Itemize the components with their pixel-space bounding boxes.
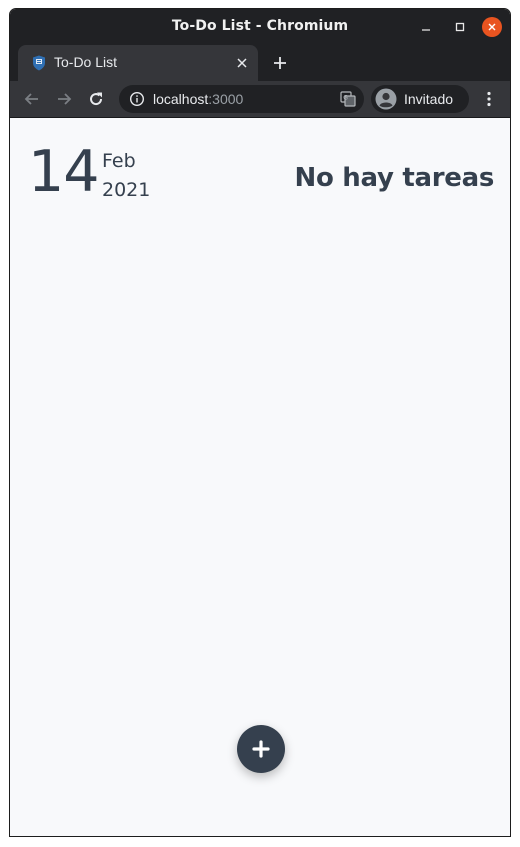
url-text: localhost:3000 <box>153 91 243 107</box>
forward-button[interactable] <box>53 88 75 110</box>
reload-icon <box>90 92 103 106</box>
minimize-icon <box>422 29 430 31</box>
date-year: 2021 <box>102 179 151 201</box>
maximize-icon <box>455 22 465 32</box>
arrow-left-icon <box>24 93 38 105</box>
reload-button[interactable] <box>85 88 107 110</box>
tab-todo-list[interactable]: To-Do List <box>18 45 258 81</box>
more-vertical-icon <box>487 91 491 107</box>
back-button[interactable] <box>21 88 43 110</box>
profile-label: Invitado <box>404 91 454 107</box>
avatar-icon <box>375 88 397 110</box>
url-port: :3000 <box>208 91 244 107</box>
shield-icon <box>33 55 45 71</box>
date-day: 14 <box>28 139 100 205</box>
page-content: 14 Feb 2021 No hay tareas <box>10 118 510 836</box>
close-icon <box>237 58 247 68</box>
browser-menu-button[interactable] <box>480 88 498 110</box>
close-icon <box>488 23 496 31</box>
translate-icon[interactable]: G <box>340 91 356 107</box>
new-tab-button[interactable] <box>268 51 292 75</box>
browser-window: To-Do List - Chromium To-Do List localho… <box>9 8 511 837</box>
maximize-button[interactable] <box>450 17 470 37</box>
info-icon[interactable] <box>129 91 145 107</box>
svg-text:G: G <box>343 95 348 102</box>
plus-icon <box>274 57 286 69</box>
tab-title: To-Do List <box>54 54 118 70</box>
add-task-button[interactable] <box>237 725 285 773</box>
address-bar[interactable]: localhost:3000 G <box>119 85 364 113</box>
arrow-right-icon <box>58 93 72 105</box>
browser-toolbar: localhost:3000 G Invitado <box>10 81 510 118</box>
profile-button[interactable]: Invitado <box>371 85 469 113</box>
plus-icon <box>252 740 270 758</box>
title-bar[interactable]: To-Do List - Chromium <box>10 9 510 45</box>
tab-close-button[interactable] <box>232 53 252 73</box>
close-window-button[interactable] <box>482 17 502 37</box>
task-status: No hay tareas <box>294 163 495 193</box>
date-month: Feb <box>102 150 136 172</box>
minimize-button[interactable] <box>416 17 436 37</box>
url-host: localhost <box>153 91 209 107</box>
tab-strip: To-Do List <box>10 45 510 81</box>
